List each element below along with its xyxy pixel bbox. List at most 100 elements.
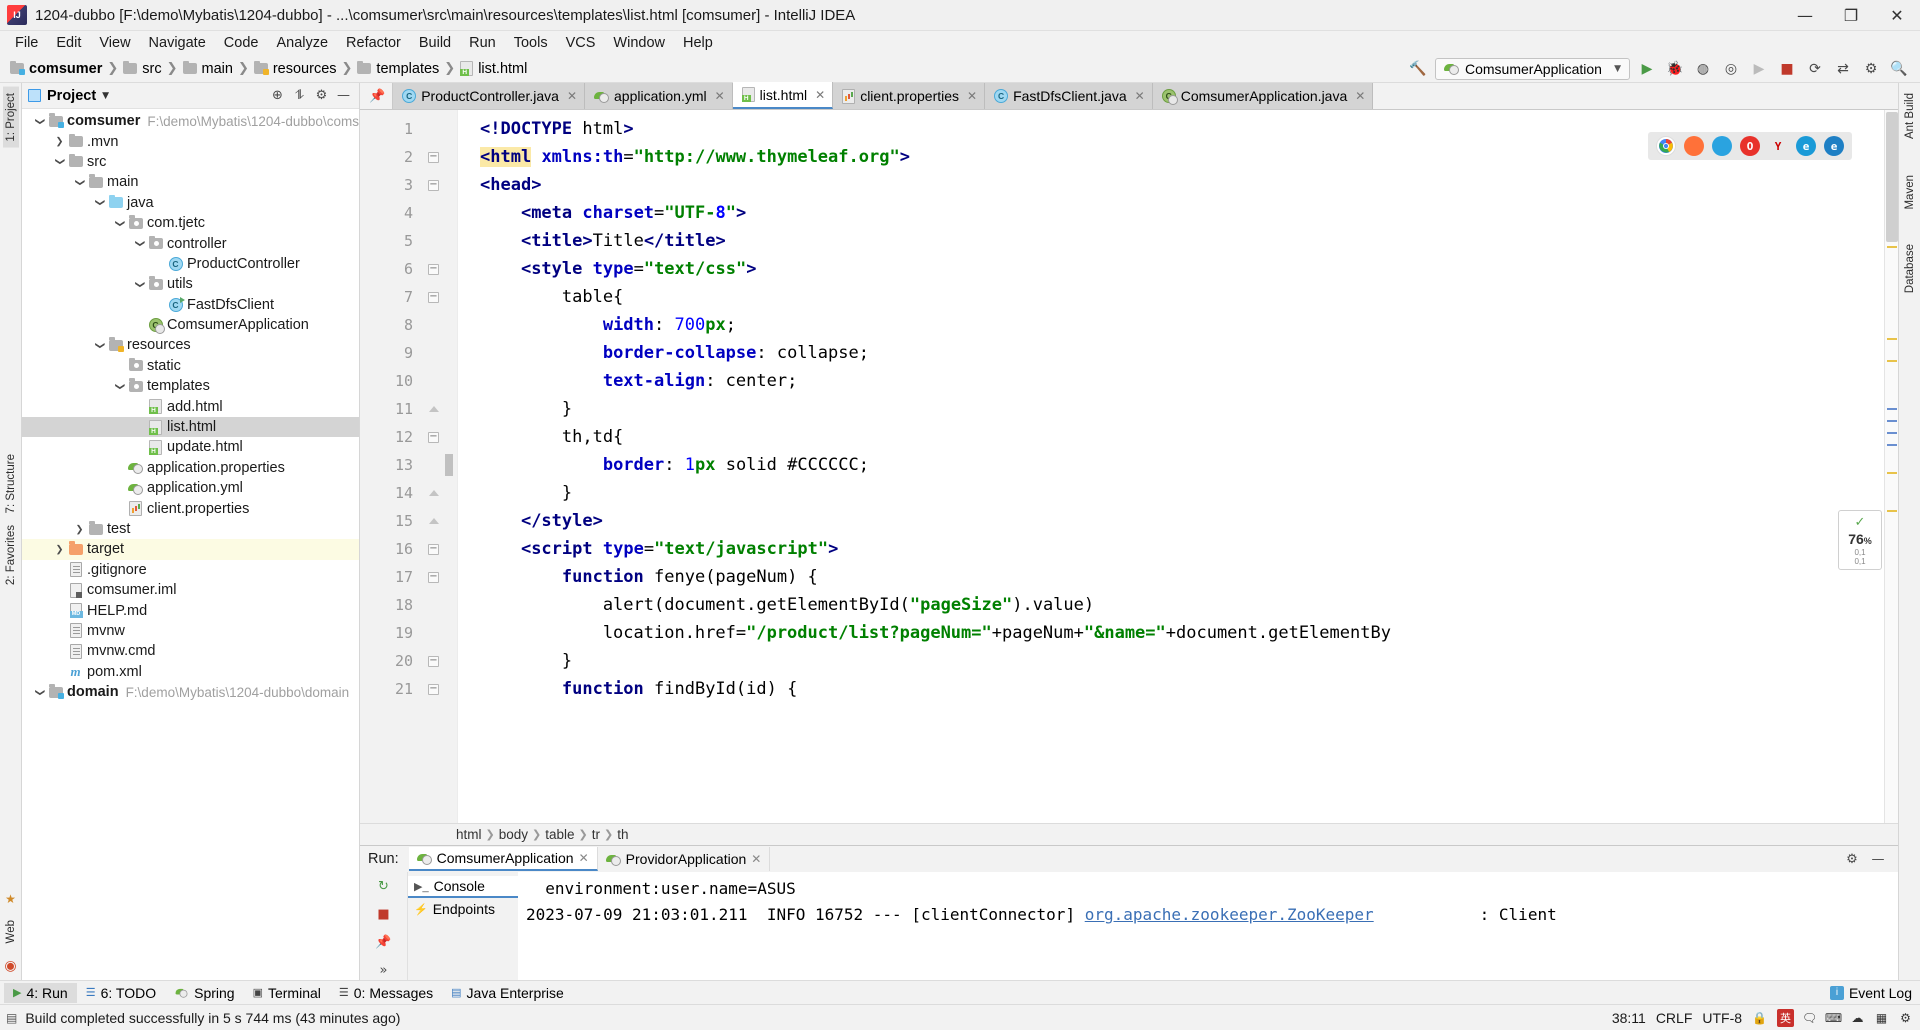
chevron-down-icon[interactable]: ❯ — [112, 218, 127, 229]
tree-item-comsumer-iml[interactable]: comsumer.iml — [22, 580, 359, 600]
menu-vcs[interactable]: VCS — [557, 33, 605, 53]
tree-item-test[interactable]: ❯ test — [22, 519, 359, 539]
tree-item-target[interactable]: ❯ target — [22, 539, 359, 560]
stop-icon[interactable]: ■ — [374, 904, 394, 924]
close-icon[interactable]: ✕ — [715, 89, 725, 103]
fold-collapse-icon[interactable] — [428, 263, 439, 275]
fold-collapse-icon[interactable] — [428, 683, 439, 695]
chevron-right-icon[interactable]: ❯ — [72, 524, 87, 535]
event-log-button[interactable]: i Event Log — [1829, 985, 1912, 1001]
tree-item-list-html[interactable]: list.html — [22, 416, 359, 438]
gear-icon[interactable]: ⚙ — [312, 86, 331, 105]
gutter-line-6[interactable]: 6 — [360, 255, 457, 283]
run-tab-providor-application[interactable]: ProvidorApplication ✕ — [598, 847, 771, 871]
gutter-line-4[interactable]: 4 — [360, 199, 457, 227]
chevron-right-icon[interactable]: ❯ — [52, 544, 67, 555]
edge-icon[interactable]: e — [1824, 136, 1844, 156]
menu-help[interactable]: Help — [674, 33, 722, 53]
fold-collapse-icon[interactable] — [428, 291, 439, 303]
close-icon[interactable]: ✕ — [1135, 89, 1145, 103]
editor-tab-client-properties[interactable]: client.properties ✕ — [833, 83, 986, 109]
tree-item-com-tjetc[interactable]: ❯ com.tjetc — [22, 213, 359, 233]
tree-item-static[interactable]: static — [22, 356, 359, 376]
gutter-line-13[interactable]: 13 — [360, 451, 457, 479]
notify-icon[interactable]: ⚙ — [1897, 1009, 1914, 1026]
gutter-line-10[interactable]: 10 — [360, 367, 457, 395]
code-line-8[interactable]: width: 700px; — [458, 311, 1884, 339]
close-icon[interactable]: ✕ — [579, 851, 589, 865]
tree-item-help-md[interactable]: HELP.md — [22, 600, 359, 620]
project-tree[interactable]: ❯ comsumer F:\demo\Mybatis\1204-dubbo\coms… — [22, 109, 359, 980]
close-icon[interactable]: ✕ — [1355, 89, 1365, 103]
bottom-tab-java-enterprise[interactable]: ▤ Java Enterprise — [442, 983, 573, 1003]
code-line-15[interactable]: </style> — [458, 507, 1884, 535]
run-button[interactable]: ▶ — [1636, 58, 1658, 80]
internet-explorer-icon[interactable]: e — [1796, 136, 1816, 156]
menu-run[interactable]: Run — [460, 33, 505, 53]
editor-marker-bar[interactable] — [1884, 110, 1898, 823]
code-line-6[interactable]: <style type="text/css"> — [458, 255, 1884, 283]
close-button[interactable]: ✕ — [1874, 0, 1920, 31]
code-content[interactable]: O Y e e <!DOCTYPE html> <html xmlns:th="h… — [458, 110, 1884, 823]
bottom-tab-terminal[interactable]: ▣ Terminal — [244, 983, 330, 1003]
fold-collapse-icon[interactable] — [428, 179, 439, 191]
console-tab[interactable]: ▶_ Console — [408, 876, 518, 898]
tree-item-resources[interactable]: ❯ resources — [22, 335, 359, 355]
bottom-tab-run[interactable]: ▶ 4: Run — [4, 982, 77, 1003]
tool-tab-web[interactable]: Web — [3, 914, 19, 949]
breadcrumb-comsumer[interactable]: comsumer — [6, 60, 106, 77]
fold-end-icon[interactable] — [428, 404, 439, 415]
code-line-17[interactable]: function fenye(pageNum) { — [458, 563, 1884, 591]
editor-tab-fastdfsclient-java[interactable]: C FastDfsClient.java ✕ — [985, 83, 1153, 109]
code-line-3[interactable]: <head> — [458, 171, 1884, 199]
chevron-down-icon[interactable]: ❯ — [92, 340, 107, 351]
tree-item-java[interactable]: ❯ java — [22, 193, 359, 213]
speech-icon[interactable]: 🗨 — [1801, 1009, 1818, 1026]
breadcrumb-src[interactable]: src — [119, 60, 165, 77]
yandex-icon[interactable]: Y — [1768, 136, 1788, 156]
tool-tab-maven[interactable]: Maven — [1902, 169, 1918, 216]
code-line-21[interactable]: function findById(id) { — [458, 675, 1884, 703]
tree-item-utils[interactable]: ❯ utils — [22, 274, 359, 294]
gutter-line-5[interactable]: 5 — [360, 227, 457, 255]
settings-icon[interactable]: ⚙ — [1860, 58, 1882, 80]
gutter-line-19[interactable]: 19 — [360, 619, 457, 647]
build-hammer-icon[interactable]: 🔨 — [1407, 58, 1429, 80]
tree-item-add-html[interactable]: add.html — [22, 396, 359, 416]
fold-collapse-icon[interactable] — [428, 543, 439, 555]
tree-item-main[interactable]: ❯ main — [22, 172, 359, 192]
search-everywhere-icon[interactable]: 🔍 — [1888, 58, 1910, 80]
console-output[interactable]: environment:user.name=ASUS 2023-07-09 21… — [518, 872, 1898, 980]
gutter-line-2[interactable]: 2 — [360, 143, 457, 171]
safari-icon[interactable] — [1712, 136, 1732, 156]
firefox-icon[interactable] — [1684, 136, 1704, 156]
editor-gutter[interactable]: 123456789101112131415161718192021 — [360, 110, 458, 823]
editor-tab-application-yml[interactable]: application.yml ✕ — [585, 83, 733, 109]
tool-tab-ant-build[interactable]: Ant Build — [1902, 87, 1918, 145]
gutter-line-21[interactable]: 21 — [360, 675, 457, 703]
gutter-line-14[interactable]: 14 — [360, 479, 457, 507]
locate-file-icon[interactable]: ⊕ — [268, 86, 287, 105]
tool-tab-project[interactable]: 1: Project — [2, 87, 19, 148]
tree-item-controller[interactable]: ❯ controller — [22, 233, 359, 253]
editor-breadcrumb-body[interactable]: body — [499, 827, 528, 842]
tree-item--gitignore[interactable]: .gitignore — [22, 560, 359, 580]
debug-button[interactable]: 🐞 — [1664, 58, 1686, 80]
close-icon[interactable]: ✕ — [967, 89, 977, 103]
tool-tab-favorites[interactable]: 2: Favorites — [3, 519, 19, 591]
rerun-icon[interactable]: ↻ — [374, 876, 394, 896]
maximize-button[interactable]: ❐ — [1828, 0, 1874, 31]
gutter-line-15[interactable]: 15 — [360, 507, 457, 535]
chevron-down-icon[interactable]: ❯ — [92, 197, 107, 208]
opera-icon[interactable]: O — [1740, 136, 1760, 156]
chevron-down-icon[interactable]: ❯ — [132, 279, 147, 290]
run-settings-gear-icon[interactable]: ⚙ — [1842, 849, 1862, 869]
gutter-line-12[interactable]: 12 — [360, 423, 457, 451]
menu-analyze[interactable]: Analyze — [267, 33, 337, 53]
tree-item-comsumer[interactable]: ❯ comsumer F:\demo\Mybatis\1204-dubbo\coms… — [22, 111, 359, 131]
code-line-16[interactable]: <script type="text/javascript"> — [458, 535, 1884, 563]
menu-tools[interactable]: Tools — [505, 33, 557, 53]
close-icon[interactable]: ✕ — [815, 88, 825, 102]
editor-tab-list-html[interactable]: list.html ✕ — [732, 82, 834, 109]
lock-icon[interactable]: 🔒 — [1752, 1011, 1767, 1025]
